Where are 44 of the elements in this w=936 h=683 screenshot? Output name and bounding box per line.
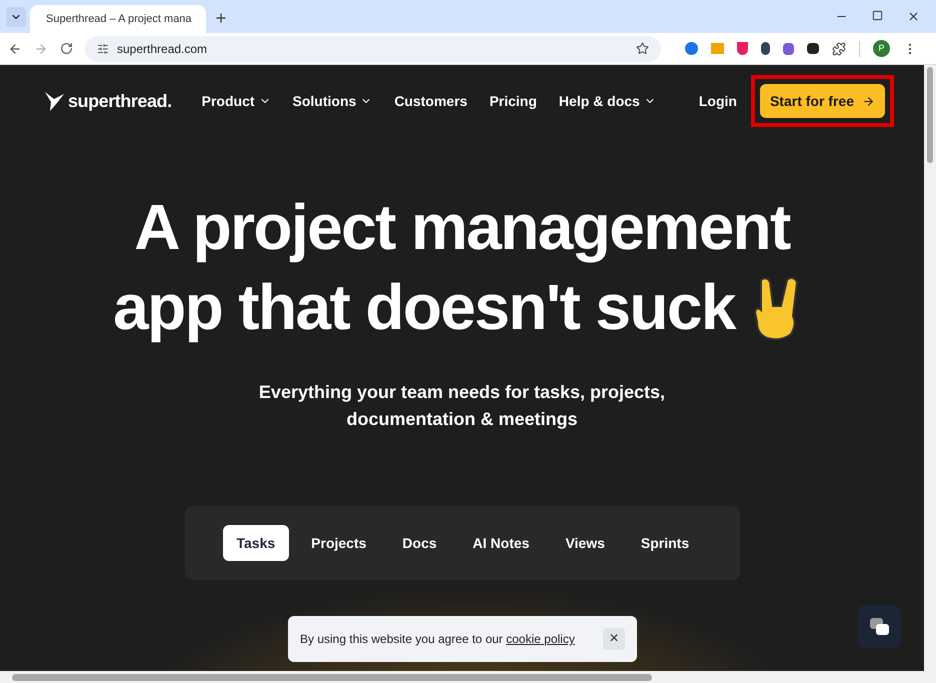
- login-link[interactable]: Login: [698, 90, 737, 112]
- logo[interactable]: superthread.: [44, 88, 172, 114]
- maximize-icon[interactable]: [872, 10, 883, 21]
- chat-button[interactable]: [858, 605, 901, 648]
- url-field[interactable]: superthread.com: [85, 36, 661, 62]
- bookmark-icon[interactable]: [636, 42, 649, 55]
- extension-icon[interactable]: [807, 43, 819, 54]
- nav-link[interactable]: Customers: [394, 90, 468, 112]
- close-button[interactable]: ×: [603, 628, 625, 650]
- new-tab-icon[interactable]: [214, 11, 228, 25]
- subtitle: Everything your team needs for tasks, projects,: [258, 381, 666, 404]
- browser-tab[interactable]: Superthread – A project mana: [30, 5, 206, 33]
- feature-tab[interactable]: Projects: [297, 525, 380, 561]
- cookie-text: By using this website you agree to our cookie policy: [300, 631, 576, 648]
- tab-title: Superthread – A project mana: [46, 12, 192, 27]
- headline: app that doesn't suck: [113, 270, 735, 345]
- tab-list-button[interactable]: [6, 7, 26, 27]
- feature-tab[interactable]: Views: [551, 525, 619, 561]
- feature-tab[interactable]: Docs: [388, 525, 451, 561]
- scrollbar-thumb[interactable]: [12, 674, 652, 680]
- nav-link[interactable]: Pricing: [489, 90, 537, 112]
- back-icon[interactable]: [8, 42, 22, 56]
- close-icon[interactable]: [907, 10, 920, 23]
- site-settings-icon[interactable]: [97, 42, 109, 54]
- logo-text: superthread.: [68, 90, 172, 113]
- extension-icon[interactable]: [761, 42, 770, 55]
- nav-link[interactable]: Solutions: [292, 90, 372, 112]
- feature-tab[interactable]: Tasks: [222, 525, 290, 561]
- arrow-icon: [862, 94, 875, 108]
- feature-tab[interactable]: Sprints: [626, 525, 704, 561]
- bird-icon: [44, 90, 66, 112]
- nav-link[interactable]: Product: [202, 90, 271, 112]
- reload-icon[interactable]: [60, 42, 73, 55]
- extensions-icon[interactable]: [832, 42, 846, 56]
- profile-avatar[interactable]: P: [873, 40, 890, 57]
- chat-icon: [870, 618, 890, 636]
- subtitle: documentation & meetings: [346, 408, 578, 431]
- cookie-policy-link[interactable]: cookie policy: [506, 632, 575, 646]
- feature-tab[interactable]: AI Notes: [458, 525, 544, 561]
- url-text: superthread.com: [117, 40, 208, 58]
- start-button[interactable]: Start for free: [760, 84, 885, 118]
- headline: A project management: [134, 190, 790, 265]
- nav-link[interactable]: Help & docs: [558, 90, 656, 112]
- scrollbar-thumb[interactable]: [927, 67, 933, 163]
